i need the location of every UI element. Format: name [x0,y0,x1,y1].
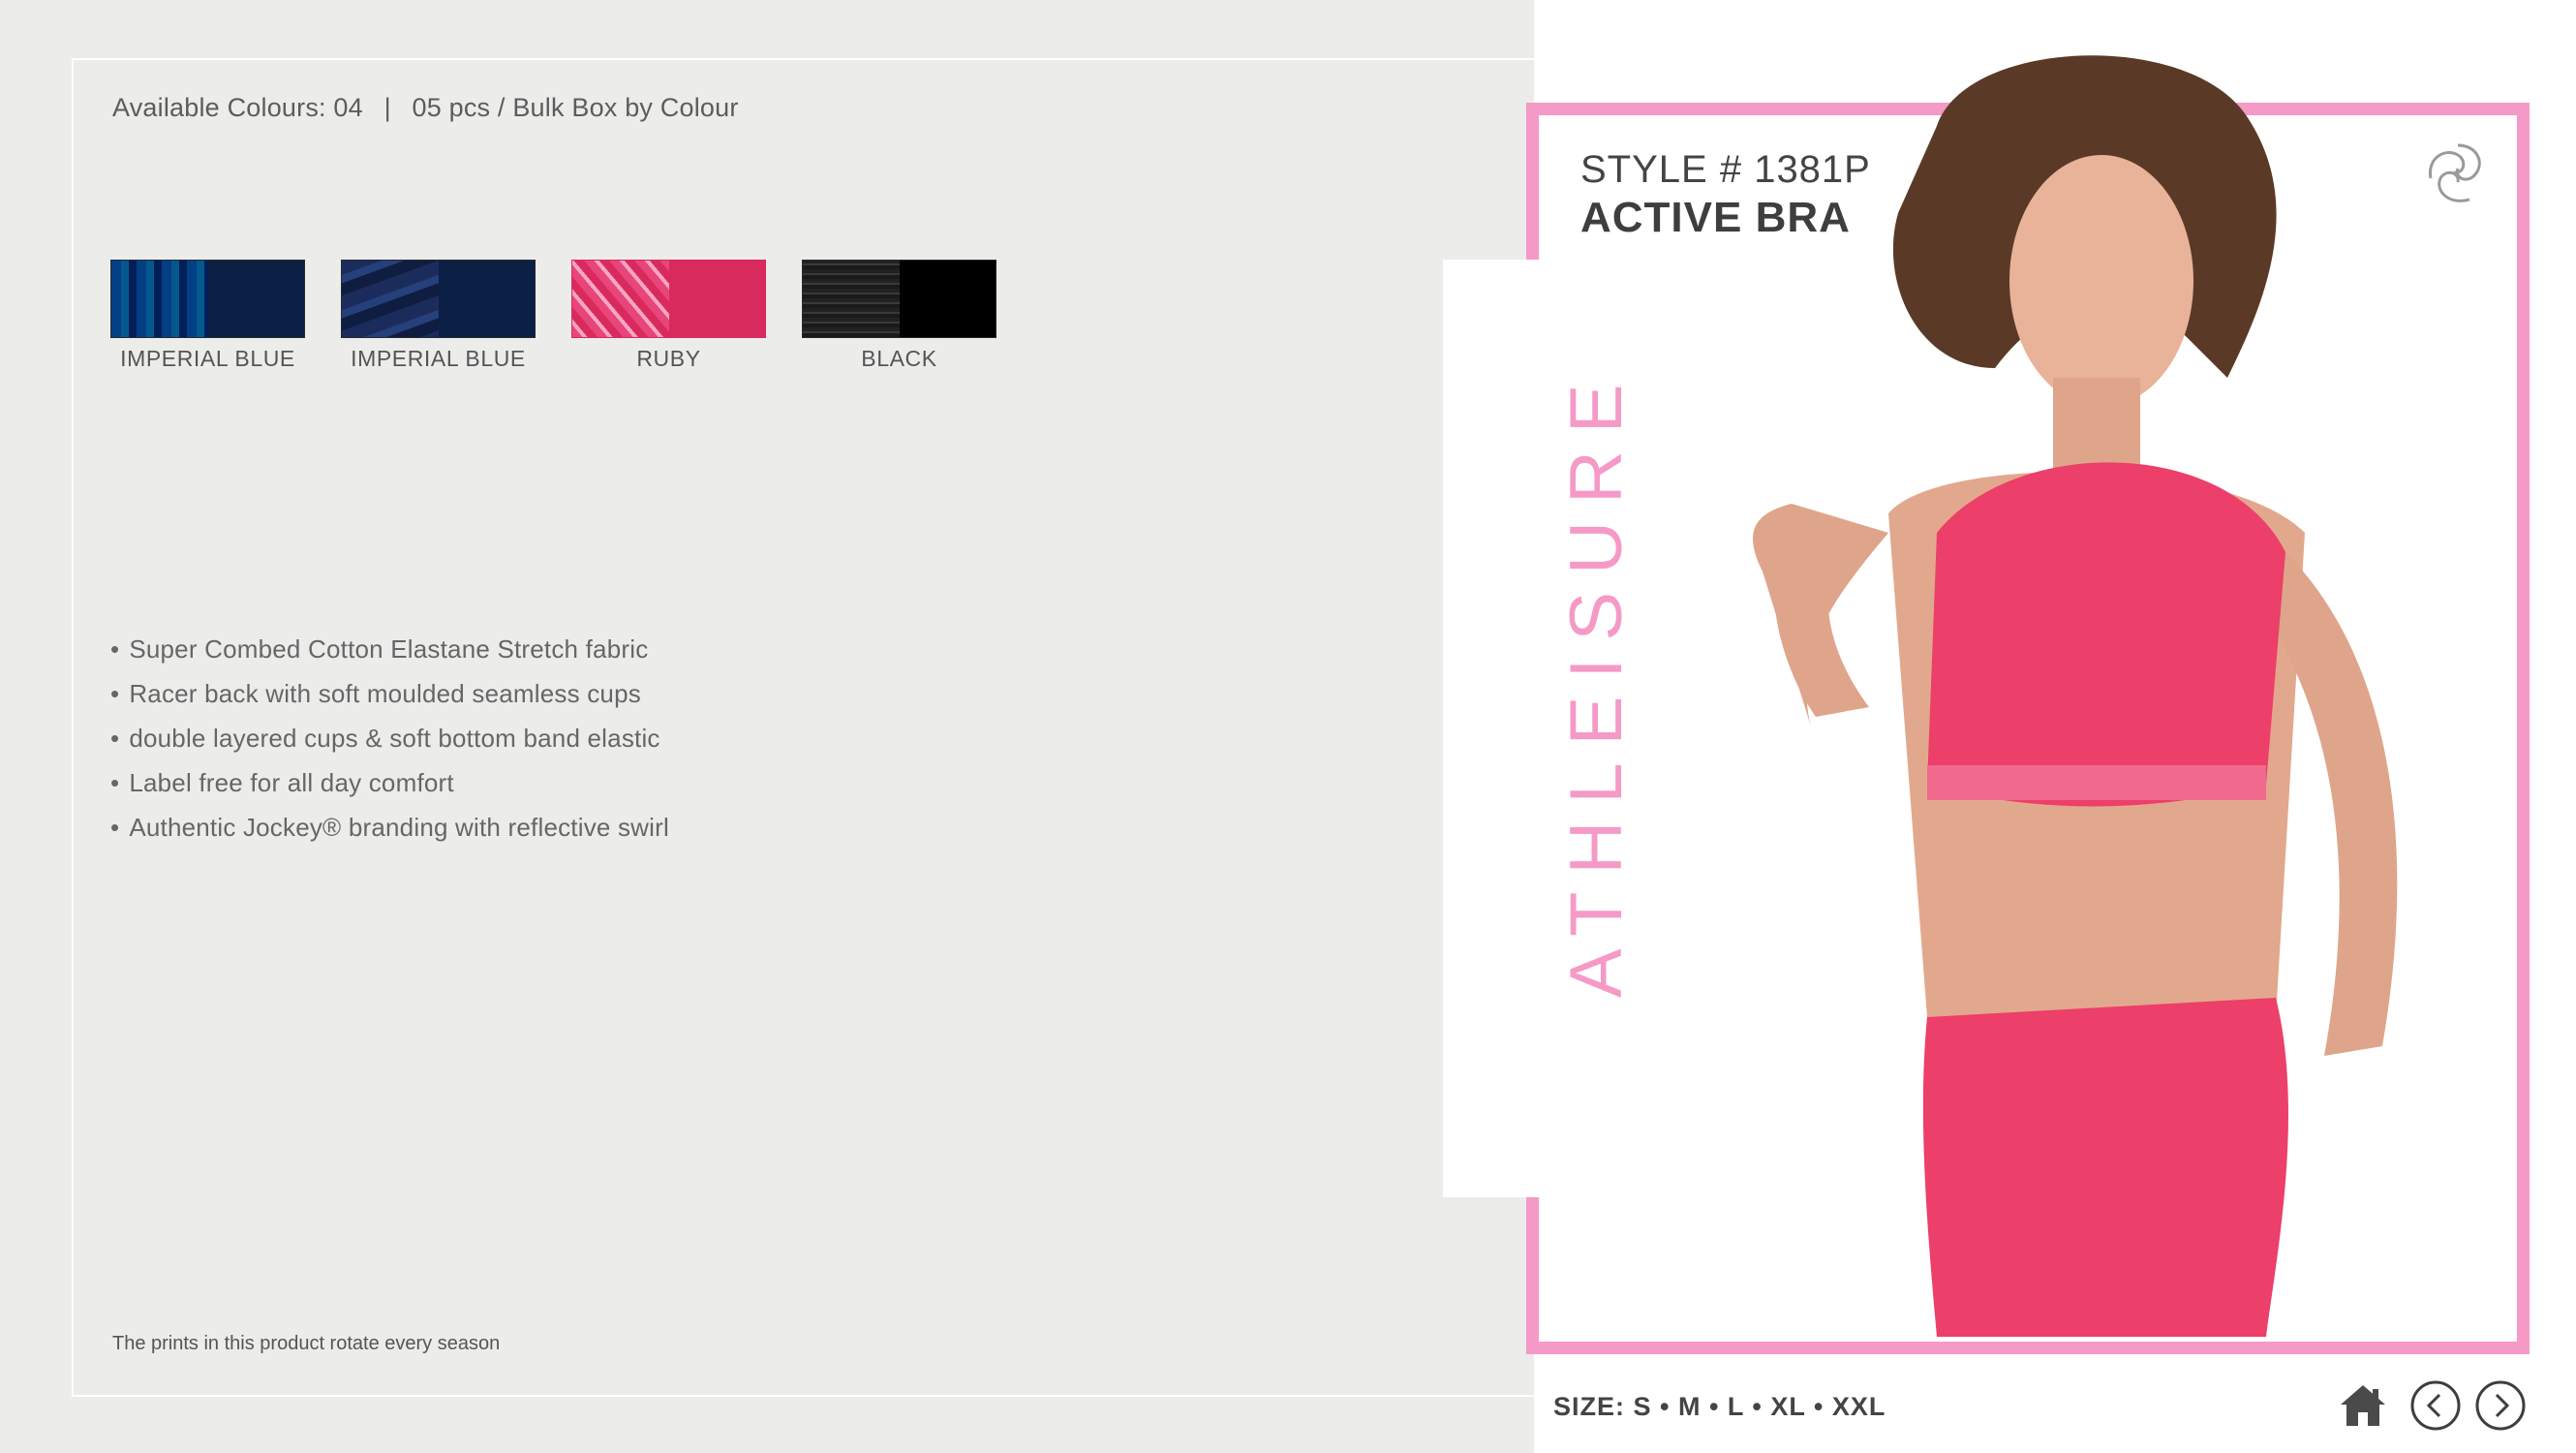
home-icon[interactable] [2337,1379,2389,1432]
swatch-chip [802,260,997,338]
swatch-ruby[interactable]: RUBY [571,260,766,372]
bra-band [1927,765,2266,800]
feature-item: Label free for all day comfort [110,760,669,805]
swatch-chip [341,260,536,338]
style-number: STYLE # 1381P [1580,148,1871,191]
swatch-chip [571,260,766,338]
style-name: ACTIVE BRA [1580,194,1851,241]
chevron-left-icon[interactable] [2409,1379,2462,1432]
leggings [1922,998,2288,1337]
separator: | [383,93,391,122]
arm-left-lower [1774,552,1869,717]
swatch-solid-half [668,261,765,337]
face [2009,155,2193,407]
chevron-right-icon[interactable] [2474,1379,2527,1432]
category-tab [1443,260,1544,1197]
swatch-solid-half [899,261,996,337]
swatch-label: IMPERIAL BLUE [120,346,295,371]
feature-item: Authentic Jockey® branding with reflecti… [110,805,669,850]
swatch-solid-half [207,261,304,337]
swatch-black[interactable]: BLACK [802,260,997,372]
swatch-print-half [572,261,669,337]
category-label: ATHLEISURE [1555,366,1638,998]
swatch-print-half [342,261,439,337]
swatch-imperial-blue-camo[interactable]: IMPERIAL BLUE [341,260,536,372]
feature-list: Super Combed Cotton Elastane Stretch fab… [110,627,669,850]
availability-line: Available Colours: 04 | 05 pcs / Bulk Bo… [112,93,739,123]
feature-item: double layered cups & soft bottom band e… [110,716,669,760]
swatch-label: IMPERIAL BLUE [351,346,526,371]
footnote: The prints in this product rotate every … [112,1333,501,1354]
swatch-label: RUBY [636,346,701,371]
swatch-imperial-blue-print[interactable]: IMPERIAL BLUE [110,260,305,372]
colour-swatches: IMPERIAL BLUE IMPERIAL BLUE RUBY BLACK [110,260,997,372]
size-range: SIZE: S • M • L • XL • XXL [1553,1392,1886,1421]
pack-info: 05 pcs / Bulk Box by Colour [412,93,739,122]
swatch-label: BLACK [861,346,937,371]
swatch-print-half [803,261,900,337]
swatch-print-half [111,261,208,337]
swirl-logo-icon [2428,143,2481,202]
feature-item: Super Combed Cotton Elastane Stretch fab… [110,627,669,671]
swatch-solid-half [438,261,535,337]
available-colours: Available Colours: 04 [112,93,363,122]
swatch-chip [110,260,305,338]
bra [1927,462,2285,807]
feature-item: Racer back with soft moulded seamless cu… [110,671,669,716]
